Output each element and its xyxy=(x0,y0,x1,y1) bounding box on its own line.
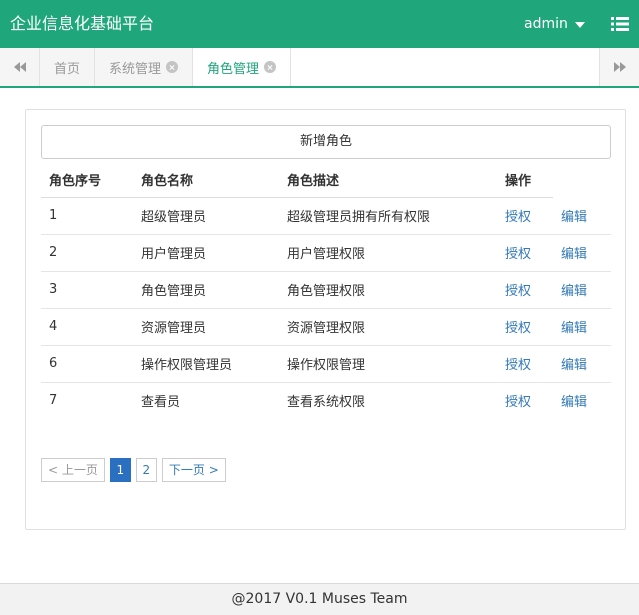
role-id-cell: 6 xyxy=(41,344,133,382)
table-row: 7 查看员 查看系统权限 授权 编辑 xyxy=(41,381,611,419)
role-name-cell: 用户管理员 xyxy=(133,233,279,271)
edit-link[interactable]: 编辑 xyxy=(553,381,611,419)
tab-label: 首页 xyxy=(54,61,81,77)
username: admin xyxy=(524,16,568,32)
edit-link[interactable]: 编辑 xyxy=(553,307,611,345)
tab-item[interactable]: 系统管理 xyxy=(95,48,194,86)
role-id-cell: 7 xyxy=(41,381,133,419)
tab-label: 角色管理 xyxy=(207,61,260,77)
column-header-spacer xyxy=(553,162,611,197)
tab-label: 系统管理 xyxy=(109,61,162,77)
tab-item[interactable]: 首页 xyxy=(40,48,96,86)
tabs-scroll-left-button[interactable] xyxy=(0,48,40,86)
edit-link[interactable]: 编辑 xyxy=(553,270,611,308)
app-title: 企业信息化基础平台 xyxy=(10,14,155,33)
grant-link[interactable]: 授权 xyxy=(497,344,553,382)
list-menu-icon[interactable] xyxy=(611,17,629,31)
grant-link[interactable]: 授权 xyxy=(497,233,553,271)
table-row: 3 角色管理员 角色管理权限 授权 编辑 xyxy=(41,270,611,308)
role-id-cell: 3 xyxy=(41,270,133,308)
page: 企业信息化基础平台 admin 首页 系统管理 角色管理 新增角色 角色序号 角… xyxy=(0,0,639,615)
footer: @2017 V0.1 Muses Team xyxy=(0,583,639,615)
role-name-cell: 超级管理员 xyxy=(141,210,207,225)
tab-bar: 首页 系统管理 角色管理 xyxy=(0,48,639,88)
grant-link[interactable]: 授权 xyxy=(497,307,553,345)
column-header-id: 角色序号 xyxy=(41,162,133,198)
role-description-cell: 操作权限管理 xyxy=(279,344,497,382)
role-name-cell: 角色管理员 xyxy=(133,270,279,308)
column-header-name: 角色名称 xyxy=(133,162,279,198)
table-row: 2 用户管理员 用户管理权限 授权 编辑 xyxy=(41,233,611,271)
role-id-cell: 2 xyxy=(41,233,133,271)
top-header: 企业信息化基础平台 admin xyxy=(0,0,639,48)
role-description-cell: 资源管理权限 xyxy=(279,307,497,345)
role-description-cell: 超级管理员拥有所有权限 xyxy=(287,210,431,225)
edit-link[interactable]: 编辑 xyxy=(553,233,611,271)
double-chevron-left-icon xyxy=(13,62,26,72)
grant-link[interactable]: 授权 xyxy=(497,197,553,234)
edit-link[interactable]: 编辑 xyxy=(553,197,611,234)
tab-item[interactable]: 角色管理 xyxy=(193,48,292,86)
role-description-cell: 查看系统权限 xyxy=(279,381,497,419)
table-row: 1 超级管理员 超级管理员拥有所有权限 授权 编辑 xyxy=(41,197,611,234)
table-header-row: 角色序号 角色名称 角色描述 操作 xyxy=(41,162,611,198)
column-header-description: 角色描述 xyxy=(279,162,497,198)
tab-list: 首页 系统管理 角色管理 xyxy=(40,48,292,86)
table-body: 1 超级管理员 超级管理员拥有所有权限 授权 编辑 2 用户管理员 用户管理权限 授权 编辑 3 角色… xyxy=(41,197,611,419)
page-number-button[interactable]: 1 xyxy=(109,458,131,482)
role-id-cell: 4 xyxy=(41,307,133,345)
role-name-cell: 操作权限管理员 xyxy=(133,344,279,382)
double-chevron-right-icon xyxy=(613,62,626,72)
role-name-cell: 资源管理员 xyxy=(133,307,279,345)
table-row: 6 操作权限管理员 操作权限管理 授权 编辑 xyxy=(41,344,611,382)
role-description-cell: 角色管理权限 xyxy=(279,270,497,308)
page-number-button[interactable]: 2 xyxy=(135,458,157,482)
grant-link[interactable]: 授权 xyxy=(497,381,553,419)
role-management-panel: 新增角色 角色序号 角色名称 角色描述 操作 1 超级管理员 超级管理员拥有所有权限… xyxy=(25,109,626,530)
role-id-cell: 1 xyxy=(49,208,58,223)
tabs-scroll-right-button[interactable] xyxy=(599,48,639,86)
edit-link[interactable]: 编辑 xyxy=(553,344,611,382)
prev-page-button[interactable]: < 上一页 xyxy=(41,458,105,482)
column-header-actions: 操作 xyxy=(497,162,553,198)
role-description-cell: 用户管理权限 xyxy=(279,233,497,271)
caret-down-icon xyxy=(574,21,585,28)
close-tab-icon[interactable] xyxy=(264,61,277,73)
add-role-button[interactable]: 新增角色 xyxy=(41,125,611,159)
pagination: < 上一页 1 2 下一页 > xyxy=(41,458,231,482)
role-name-cell: 查看员 xyxy=(133,381,279,419)
table-row: 4 资源管理员 资源管理权限 授权 编辑 xyxy=(41,307,611,345)
next-page-button[interactable]: 下一页 > xyxy=(161,458,226,482)
grant-link[interactable]: 授权 xyxy=(497,270,553,308)
user-menu[interactable]: admin xyxy=(524,0,585,48)
close-tab-icon[interactable] xyxy=(166,61,179,73)
roles-table: 角色序号 角色名称 角色描述 操作 1 超级管理员 超级管理员拥有所有权限 授权 编辑 2… xyxy=(41,162,611,419)
